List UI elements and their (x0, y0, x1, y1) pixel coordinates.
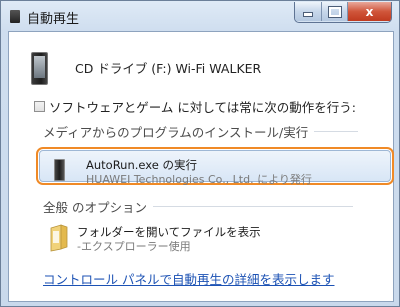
close-icon: x (365, 4, 374, 19)
device-icon (31, 52, 48, 85)
open-folder-option[interactable]: フォルダーを開いてファイルを表示 -エクスプローラー使用 (49, 220, 349, 256)
dialog-content: CD ドライブ (F:) Wi-Fi WALKER ソフトウェアとゲーム に対し… (8, 31, 394, 302)
maximize-button[interactable] (322, 2, 348, 21)
window-title: 自動再生 (27, 12, 80, 27)
always-do-checkbox[interactable] (34, 100, 45, 112)
section-title-media-install: メディアからのプログラムのインストール/実行 (43, 124, 309, 140)
open-folder-subtitle: -エクスプローラー使用 (77, 240, 191, 253)
section-divider (152, 205, 353, 207)
run-autorun-publisher: HUAWEI Technologies Co., Ltd. により発行 (86, 173, 312, 186)
title-bar[interactable]: 自動再生 x (1, 1, 399, 31)
section-divider (314, 130, 359, 132)
autoplay-window: 自動再生 x CD ドライブ (F:) Wi-Fi WALKER ソフトウェアと… (0, 0, 400, 307)
close-button[interactable]: x (348, 2, 391, 21)
minimize-icon (303, 12, 313, 17)
device-icon (54, 159, 65, 181)
section-title-general-options: 全般 のオプション (43, 199, 147, 215)
maximize-icon (327, 5, 342, 18)
run-autorun-highlight: AutoRun.exe の実行 HUAWEI Technologies Co.,… (39, 150, 391, 186)
device-label: CD ドライブ (F:) Wi-Fi WALKER (75, 61, 262, 76)
always-do-option[interactable]: ソフトウェアとゲーム に対しては常に次の動作を行う: (34, 98, 356, 115)
autoplay-app-icon (10, 10, 20, 23)
always-do-label: ソフトウェアとゲーム に対しては常に次の動作を行う: (49, 99, 356, 115)
window-controls: x (294, 2, 392, 23)
folder-icon (50, 224, 68, 252)
minimize-button[interactable] (295, 2, 322, 21)
section-header-media-install: メディアからのプログラムのインストール/実行 (43, 124, 359, 140)
device-header: CD ドライブ (F:) Wi-Fi WALKER (9, 32, 393, 92)
section-header-general-options: 全般 のオプション (43, 199, 353, 215)
run-autorun-option[interactable]: AutoRun.exe の実行 HUAWEI Technologies Co.,… (36, 147, 394, 186)
autoplay-settings-link[interactable]: コントロール パネルで自動再生の詳細を表示します (43, 269, 334, 288)
